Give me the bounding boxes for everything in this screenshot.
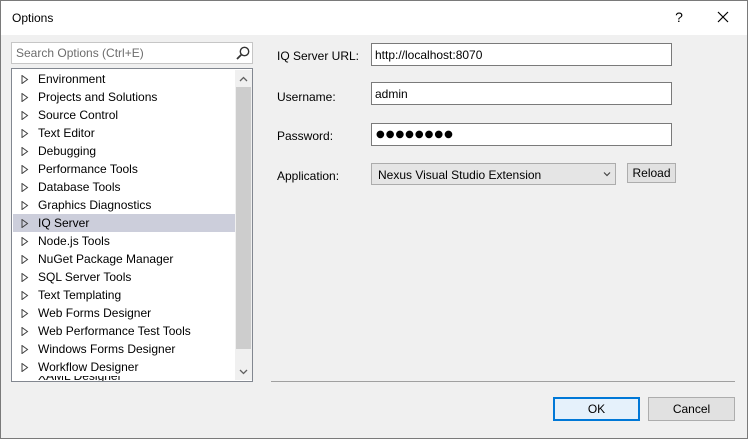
expand-arrow-icon[interactable] [21,165,29,174]
tree-item[interactable]: Workflow Designer [13,358,235,376]
tree-item-label: Web Performance Test Tools [38,324,191,338]
tree-item-label: Environment [38,72,106,86]
tree-item-label: Debugging [38,144,97,158]
username-input[interactable] [371,82,672,105]
tree-item[interactable]: Environment [13,70,235,88]
tree-scrollbar[interactable] [235,70,252,380]
expand-arrow-icon[interactable] [21,93,29,102]
ok-button[interactable]: OK [553,397,640,421]
expand-arrow-icon[interactable] [21,345,29,354]
tree-item[interactable]: Text Editor [13,124,235,142]
tree-item[interactable]: NuGet Package Manager [13,250,235,268]
tree-item-label: Source Control [38,108,119,122]
expand-arrow-icon[interactable] [21,237,29,246]
expand-arrow-icon[interactable] [21,147,29,156]
tree-item[interactable]: Database Tools [13,178,235,196]
options-dialog: Options ? Environment Projects and Soluti… [0,0,748,439]
password-label: Password: [277,129,334,143]
options-tree: Environment Projects and Solutions Source … [11,68,253,382]
expand-arrow-icon[interactable] [21,255,29,264]
help-button[interactable]: ? [665,3,693,31]
search-input[interactable] [12,43,230,63]
tree-list: Environment Projects and Solutions Source … [13,70,235,382]
expand-arrow-icon[interactable] [21,129,29,138]
scroll-up-button[interactable] [235,70,252,87]
password-input[interactable]: ●●●●●●●● [371,123,672,146]
application-select-value: Nexus Visual Studio Extension [378,168,542,182]
tree-item-label: Text Templating [38,288,122,302]
chevron-up-icon [239,76,248,81]
tree-item-label: Web Forms Designer [38,306,152,320]
scroll-down-button[interactable] [235,363,252,380]
tree-item[interactable]: Web Forms Designer [13,304,235,322]
tree-item[interactable]: Debugging [13,142,235,160]
expand-arrow-icon[interactable] [21,363,29,372]
tree-item[interactable]: Graphics Diagnostics [13,196,235,214]
tree-item-label: IQ Server [38,216,90,230]
application-select[interactable]: Nexus Visual Studio Extension [371,163,616,185]
expand-arrow-icon[interactable] [21,201,29,210]
tree-item[interactable]: Source Control [13,106,235,124]
chevron-down-icon [239,369,248,374]
tree-item-label: Projects and Solutions [38,90,158,104]
cancel-button[interactable]: Cancel [648,397,735,421]
server-url-label: IQ Server URL: [277,49,360,63]
footer-divider [271,381,735,382]
tree-item[interactable]: Windows Forms Designer [13,340,235,358]
tree-item[interactable]: Text Templating [13,286,235,304]
search-icon[interactable] [235,45,251,61]
search-options-box [11,42,253,64]
expand-arrow-icon[interactable] [21,327,29,336]
close-icon [717,11,729,23]
help-icon: ? [675,9,683,25]
expand-arrow-icon[interactable] [21,75,29,84]
expand-arrow-icon[interactable] [21,111,29,120]
tree-item[interactable]: Performance Tools [13,160,235,178]
tree-item[interactable]: Web Performance Test Tools [13,322,235,340]
tree-item-label: Windows Forms Designer [38,342,176,356]
expand-arrow-icon[interactable] [21,381,29,382]
tree-item-label: XAML Designer [38,376,122,381]
tree-item-label: Database Tools [38,180,121,194]
expand-arrow-icon[interactable] [21,309,29,318]
chevron-down-icon [603,172,611,177]
expand-arrow-icon[interactable] [21,219,29,228]
tree-item-label: NuGet Package Manager [38,252,174,266]
expand-arrow-icon[interactable] [21,291,29,300]
server-url-input[interactable] [371,43,672,66]
tree-item-label: SQL Server Tools [38,270,132,284]
tree-item[interactable]: IQ Server [13,214,235,232]
tree-item[interactable]: XAML Designer [13,376,235,382]
tree-item[interactable]: Node.js Tools [13,232,235,250]
tree-item-label: Node.js Tools [38,234,110,248]
close-button[interactable] [707,3,739,31]
tree-item[interactable]: SQL Server Tools [13,268,235,286]
expand-arrow-icon[interactable] [21,273,29,282]
reload-button[interactable]: Reload [627,163,676,183]
tree-item-label: Graphics Diagnostics [38,198,152,212]
username-label: Username: [277,90,336,104]
tree-item[interactable]: Projects and Solutions [13,88,235,106]
tree-item-label: Workflow Designer [38,360,139,374]
scroll-thumb[interactable] [236,87,251,349]
title-bar: Options ? [1,1,747,35]
tree-item-label: Text Editor [38,126,95,140]
application-label: Application: [277,169,340,183]
window-title: Options [12,11,54,25]
tree-item-label: Performance Tools [38,162,138,176]
expand-arrow-icon[interactable] [21,183,29,192]
